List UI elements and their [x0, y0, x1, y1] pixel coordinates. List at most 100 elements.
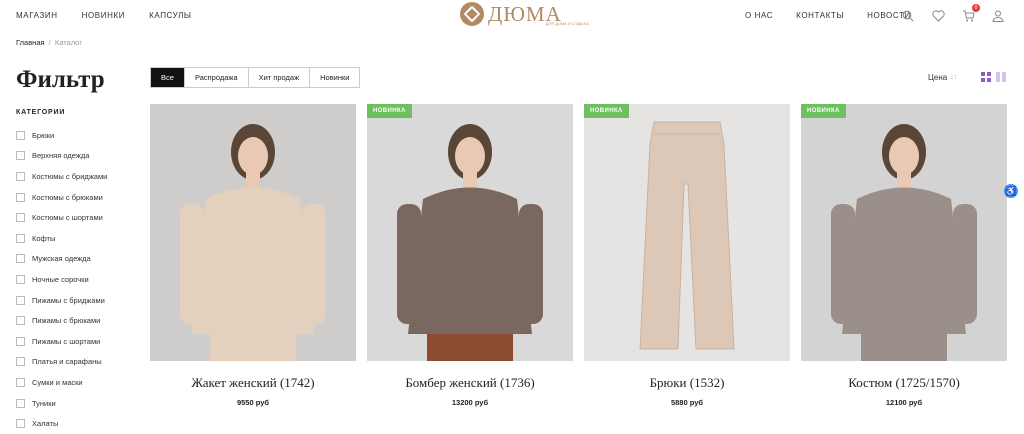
filter-title: Фильтр [16, 66, 105, 93]
nav-link-shop[interactable]: МАГАЗИН [16, 11, 58, 20]
product-image[interactable]: НОВИНКА [367, 104, 573, 361]
category-checkbox[interactable] [16, 130, 25, 140]
category-item[interactable]: Платья и сарафаны [16, 352, 107, 373]
category-item[interactable]: Сумки и маски [16, 372, 107, 393]
main-nav: МАГАЗИН НОВИНКИ КАПСУЛЫ [16, 11, 192, 20]
category-label: Пижамы с бриджами [32, 295, 105, 305]
product-image[interactable]: НОВИНКА [801, 104, 1007, 361]
product-illustration [639, 121, 735, 350]
product-image[interactable]: НОВИНКА [584, 104, 790, 361]
category-checkbox[interactable] [16, 316, 25, 326]
cart-icon[interactable]: 0 [960, 4, 980, 24]
categories-heading: КАТЕГОРИИ [16, 109, 66, 116]
category-label: Костюмы с брюками [32, 192, 103, 202]
product-name[interactable]: Бомбер женский (1736) [367, 375, 573, 391]
category-label: Костюмы с бриджами [32, 171, 108, 181]
product-price: 12100 руб [885, 398, 923, 407]
product-illustration [397, 124, 543, 361]
nav-link-contacts[interactable]: КОНТАКТЫ [796, 11, 844, 20]
search-icon[interactable] [900, 8, 916, 24]
category-checkbox[interactable] [16, 357, 25, 367]
view-toggle [981, 72, 1006, 82]
category-item[interactable]: Пижамы с бриджами [16, 290, 107, 311]
category-label: Пижамы с брюками [32, 316, 101, 326]
category-label: Кофты [32, 233, 56, 243]
product-name[interactable]: Жакет женский (1742) [150, 375, 356, 391]
sort-by-price[interactable]: Цена ↓↑ [928, 73, 957, 82]
logo-emblem-icon [460, 2, 484, 26]
new-badge: НОВИНКА [584, 104, 629, 118]
product-name[interactable]: Брюки (1532) [584, 375, 790, 391]
category-checkbox[interactable] [16, 192, 25, 202]
product-name[interactable]: Костюм (1725/1570) [801, 375, 1007, 391]
product-price: 9550 руб [236, 398, 270, 407]
breadcrumb-separator: / [48, 38, 51, 47]
secondary-nav: О НАС КОНТАКТЫ НОВОСТИ [745, 11, 911, 20]
breadcrumb-current: Каталог [54, 38, 83, 47]
product-card[interactable]: НОВИНКА Брюки (1532) 5880 руб [584, 104, 790, 407]
category-label: Платья и сарафаны [32, 357, 102, 367]
accessibility-icon[interactable]: ♿ [1004, 184, 1018, 198]
tab-0[interactable]: Все [151, 68, 185, 87]
category-list: Брюки Верхняя одежда Костюмы с бриджами Кос… [16, 125, 107, 434]
heart-icon[interactable] [930, 8, 946, 24]
category-label: Туники [32, 398, 56, 408]
nav-link-new[interactable]: НОВИНКИ [82, 11, 125, 20]
category-item[interactable]: Ночные сорочки [16, 269, 107, 290]
category-item[interactable]: Туники [16, 393, 107, 414]
product-card[interactable]: НОВИНКА Костюм (1725/1570) 12100 руб [801, 104, 1007, 407]
breadcrumb: Главная / Каталог [16, 38, 82, 47]
product-card[interactable]: НОВИНКА Бомбер женский (1736) 13200 руб [367, 104, 573, 407]
category-item[interactable]: Халаты [16, 413, 107, 434]
category-label: Пижамы с шортами [32, 336, 101, 346]
category-label: Брюки [32, 130, 55, 140]
category-checkbox[interactable] [16, 213, 25, 223]
category-checkbox[interactable] [16, 233, 25, 243]
product-illustration [180, 124, 326, 361]
category-item[interactable]: Пижамы с шортами [16, 331, 107, 352]
category-label: Костюмы с шортами [32, 213, 103, 223]
category-checkbox[interactable] [16, 336, 25, 346]
category-checkbox[interactable] [16, 274, 25, 284]
logo-subtitle: ДЛЯ ДОМА И ОТДЫХА [546, 21, 589, 26]
tab-1[interactable]: Распродажа [185, 68, 249, 87]
breadcrumb-home[interactable]: Главная [16, 38, 45, 47]
category-label: Мужская одежда [32, 254, 91, 264]
category-item[interactable]: Костюмы с бриджами [16, 166, 107, 187]
cart-count-badge: 0 [972, 4, 980, 12]
product-card[interactable]: Жакет женский (1742) 9550 руб [150, 104, 356, 407]
category-label: Ночные сорочки [32, 274, 89, 284]
category-checkbox[interactable] [16, 151, 25, 161]
category-checkbox[interactable] [16, 171, 25, 181]
product-image[interactable] [150, 104, 356, 361]
user-icon[interactable] [990, 8, 1006, 24]
category-item[interactable]: Пижамы с брюками [16, 310, 107, 331]
category-item[interactable]: Мужская одежда [16, 249, 107, 270]
category-checkbox[interactable] [16, 398, 25, 408]
category-checkbox[interactable] [16, 254, 25, 264]
category-label: Сумки и маски [32, 377, 83, 387]
category-label: Верхняя одежда [32, 151, 90, 161]
new-badge: НОВИНКА [367, 104, 412, 118]
filter-tabs: Все Распродажа Хит продаж Новинки [150, 67, 361, 88]
grid-view-icon[interactable] [981, 72, 991, 82]
nav-link-about[interactable]: О НАС [745, 11, 773, 20]
category-item[interactable]: Костюмы с брюками [16, 187, 107, 208]
product-grid: Жакет женский (1742) 9550 руб НОВИНКА Бомбе… [150, 104, 1007, 407]
category-item[interactable]: Кофты [16, 228, 107, 249]
category-checkbox[interactable] [16, 419, 25, 429]
sort-label: Цена [928, 73, 948, 82]
tab-3[interactable]: Новинки [310, 68, 359, 87]
column-view-icon[interactable] [996, 72, 1006, 82]
product-price: 5880 руб [670, 398, 704, 407]
category-checkbox[interactable] [16, 295, 25, 305]
category-item[interactable]: Брюки [16, 125, 107, 146]
category-item[interactable]: Верхняя одежда [16, 146, 107, 167]
category-item[interactable]: Костюмы с шортами [16, 207, 107, 228]
nav-link-capsules[interactable]: КАПСУЛЫ [149, 11, 192, 20]
product-price: 13200 руб [451, 398, 489, 407]
header-icons: 0 [900, 4, 1006, 24]
tab-2[interactable]: Хит продаж [249, 68, 311, 87]
logo[interactable]: ДЮМА ДЛЯ ДОМА И ОТДЫХА [460, 2, 589, 26]
category-checkbox[interactable] [16, 377, 25, 387]
